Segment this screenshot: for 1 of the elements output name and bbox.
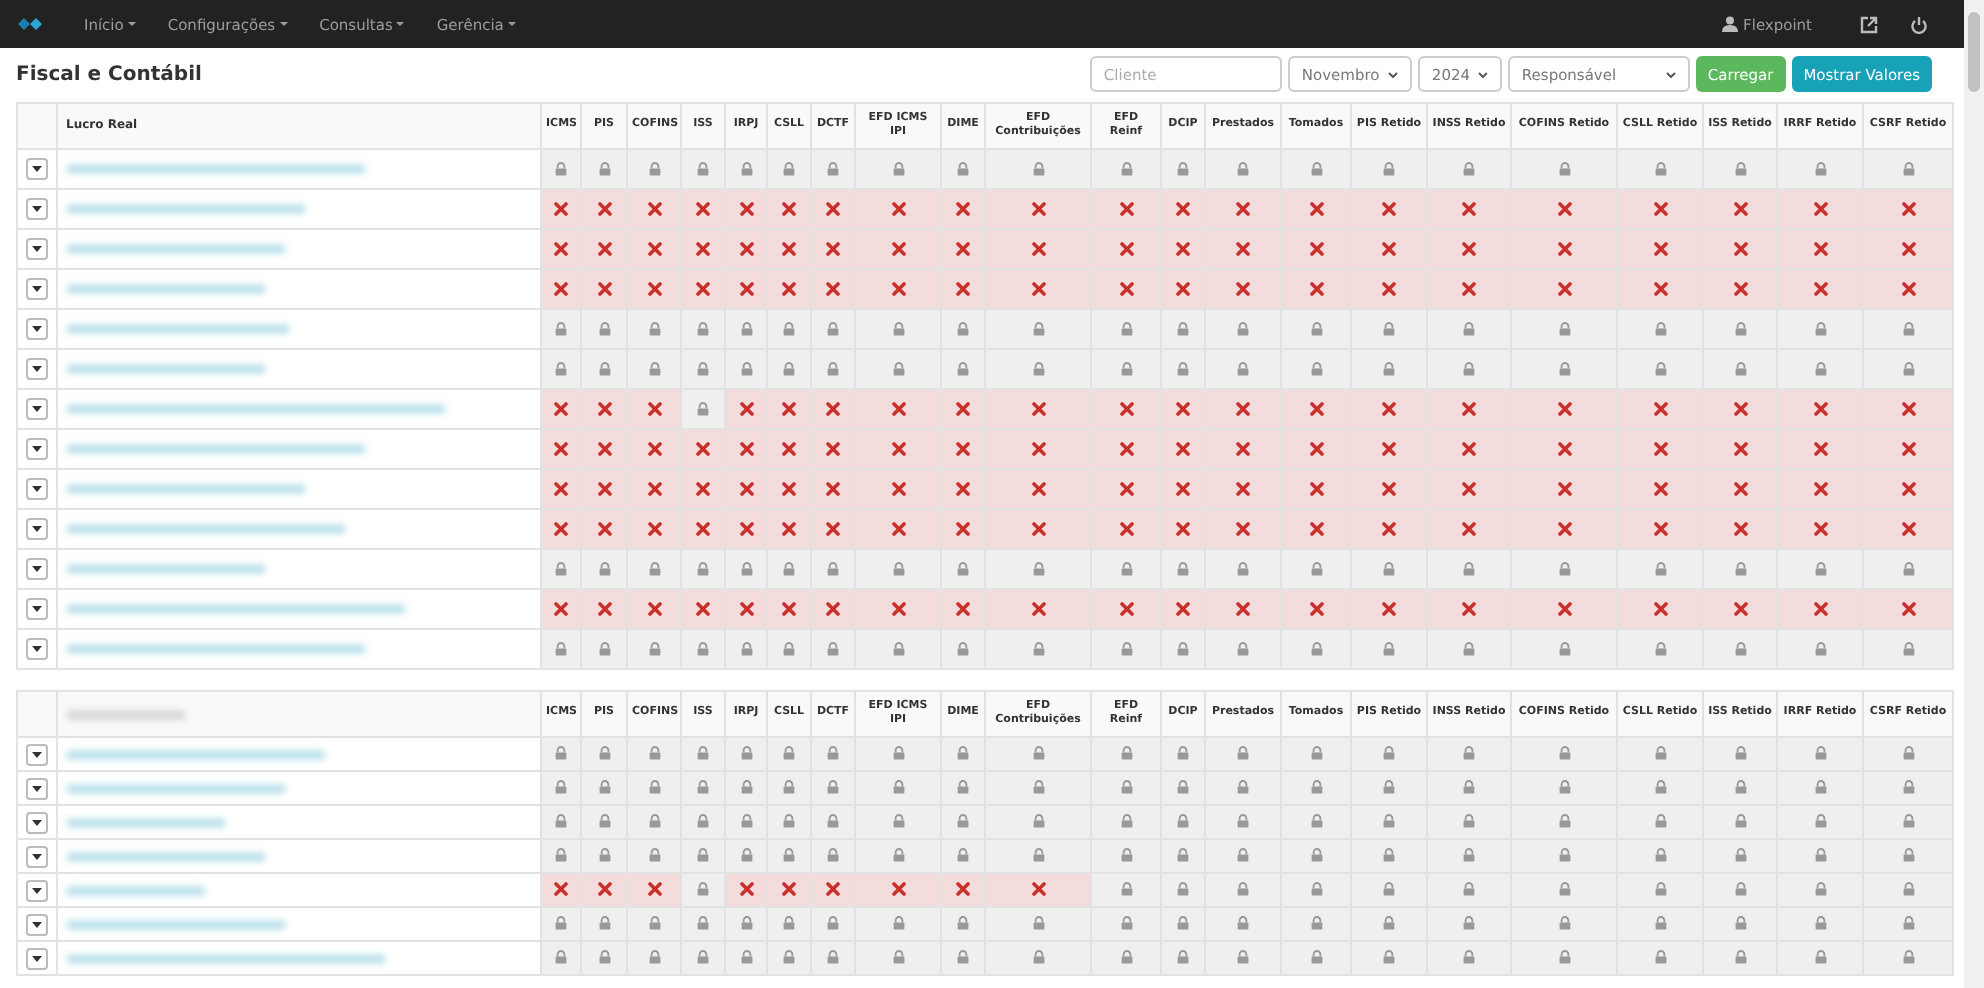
page-title: Fiscal e Contábil — [16, 63, 202, 85]
